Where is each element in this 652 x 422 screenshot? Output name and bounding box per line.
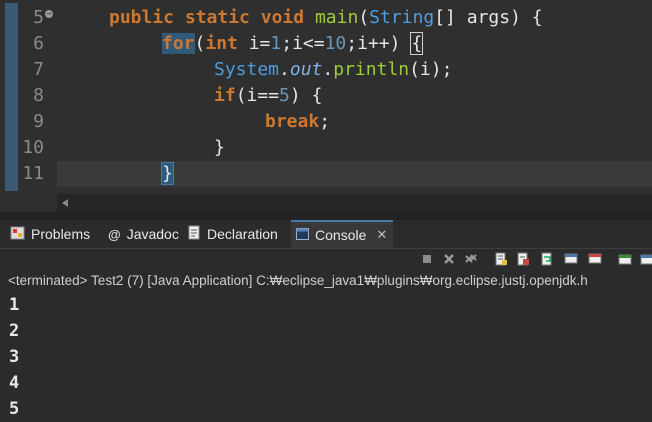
javadoc-icon: @	[108, 226, 121, 242]
code-line-9[interactable]: break;	[265, 109, 330, 135]
output-line: 3	[9, 347, 20, 367]
tab-label: Console	[315, 227, 367, 243]
console-status-line: <terminated> Test2 (7) [Java Application…	[8, 273, 588, 288]
line-number: 6	[33, 33, 44, 54]
line-number: 7	[33, 59, 44, 80]
output-line: 2	[9, 321, 20, 341]
code-line-7[interactable]: System.out.println(i);	[214, 57, 452, 83]
code-line-5[interactable]: public static void main(String[] args) {	[109, 5, 543, 31]
tab-problems[interactable]: Problems	[10, 220, 90, 248]
code-editor[interactable]: 5 − 6 7 8 9 10 11 public static void mai…	[0, 0, 652, 212]
tab-label: Javadoc	[126, 226, 179, 242]
output-line: 5	[9, 399, 20, 419]
code-line-11[interactable]: }	[161, 161, 174, 187]
console-toolbar	[0, 249, 652, 271]
word-wrap-icon[interactable]	[540, 252, 554, 266]
matching-bracket: {	[410, 32, 424, 55]
pin-console-icon[interactable]	[618, 252, 632, 266]
close-icon[interactable]: ✕	[376, 227, 387, 243]
code-line-8[interactable]: if(i==5) {	[214, 83, 322, 109]
line-number-gutter: 5 − 6 7 8 9 10 11	[0, 0, 57, 194]
horizontal-scrollbar[interactable]	[57, 194, 652, 212]
fold-collapse-icon[interactable]: −	[45, 10, 53, 18]
terminate-icon[interactable]	[420, 252, 434, 266]
output-line: 4	[9, 373, 20, 393]
scroll-lock-icon[interactable]	[516, 252, 530, 266]
console-output[interactable]: 1 2 3 4 5	[9, 292, 19, 422]
clear-console-icon[interactable]	[494, 252, 508, 266]
line-number: 8	[33, 85, 44, 106]
line-number: 5	[33, 7, 44, 28]
tab-javadoc[interactable]: @ Javadoc	[108, 220, 179, 248]
tab-label: Declaration	[207, 226, 278, 242]
code-line-10[interactable]: }	[214, 135, 225, 161]
line-number: 11	[22, 163, 44, 184]
scroll-left-arrow-icon[interactable]	[62, 199, 68, 207]
declaration-icon	[188, 225, 201, 243]
current-line-highlight	[57, 161, 652, 187]
code-area[interactable]: public static void main(String[] args) {…	[57, 0, 652, 194]
show-on-error-icon[interactable]	[588, 252, 602, 266]
tab-declaration[interactable]: Declaration	[188, 220, 278, 248]
problems-icon	[10, 226, 25, 243]
output-line: 1	[9, 295, 20, 315]
tab-label: Problems	[31, 226, 91, 242]
line-number: 9	[33, 111, 44, 132]
remove-all-terminated-icon[interactable]	[464, 252, 478, 266]
view-tab-bar: Problems @ Javadoc Declaration Console ✕	[0, 220, 652, 249]
show-on-output-icon[interactable]	[564, 252, 578, 266]
remove-launch-icon[interactable]	[442, 252, 456, 266]
tab-console[interactable]: Console ✕	[291, 220, 394, 248]
code-line-6[interactable]: for(int i=1;i<=10;i++) {	[162, 31, 424, 57]
view-separator[interactable]	[0, 212, 652, 220]
display-console-icon[interactable]	[640, 252, 652, 266]
line-number: 10	[22, 137, 44, 158]
console-icon	[296, 227, 309, 243]
